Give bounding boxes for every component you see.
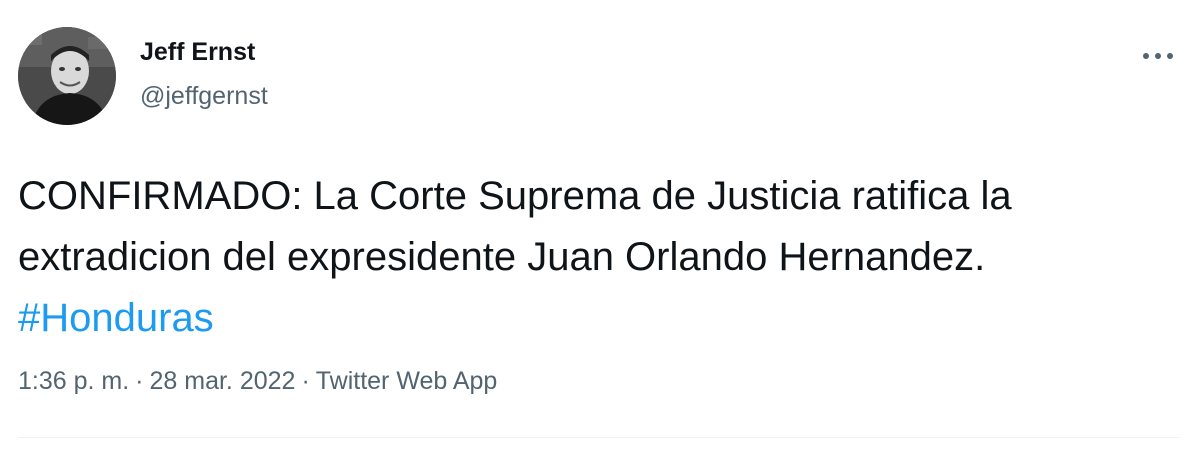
tweet-date[interactable]: 28 mar. 2022 (150, 367, 296, 395)
avatar-image (18, 27, 116, 125)
meta-separator: · (301, 367, 310, 395)
divider (18, 437, 1180, 438)
tweet-time[interactable]: 1:36 p. m. (18, 367, 129, 395)
tweet-source[interactable]: Twitter Web App (316, 367, 498, 395)
tweet-card: Jeff Ernst @jeffgernst CONFIRMADO: La Co… (0, 0, 1200, 451)
tweet-meta: 1:36 p. m. · 28 mar. 2022 · Twitter Web App (18, 367, 497, 396)
tweet-body: CONFIRMADO: La Corte Suprema de Justicia… (18, 174, 1012, 279)
tweet-text: CONFIRMADO: La Corte Suprema de Justicia… (18, 166, 1178, 349)
author-display-name[interactable]: Jeff Ernst (140, 38, 255, 67)
more-horizontal-icon (1143, 53, 1173, 59)
meta-separator: · (135, 367, 144, 395)
avatar[interactable] (18, 27, 116, 125)
author-handle[interactable]: @jeffgernst (140, 82, 268, 111)
more-options-button[interactable] (1132, 36, 1184, 76)
hashtag-link[interactable]: #Honduras (18, 296, 214, 340)
